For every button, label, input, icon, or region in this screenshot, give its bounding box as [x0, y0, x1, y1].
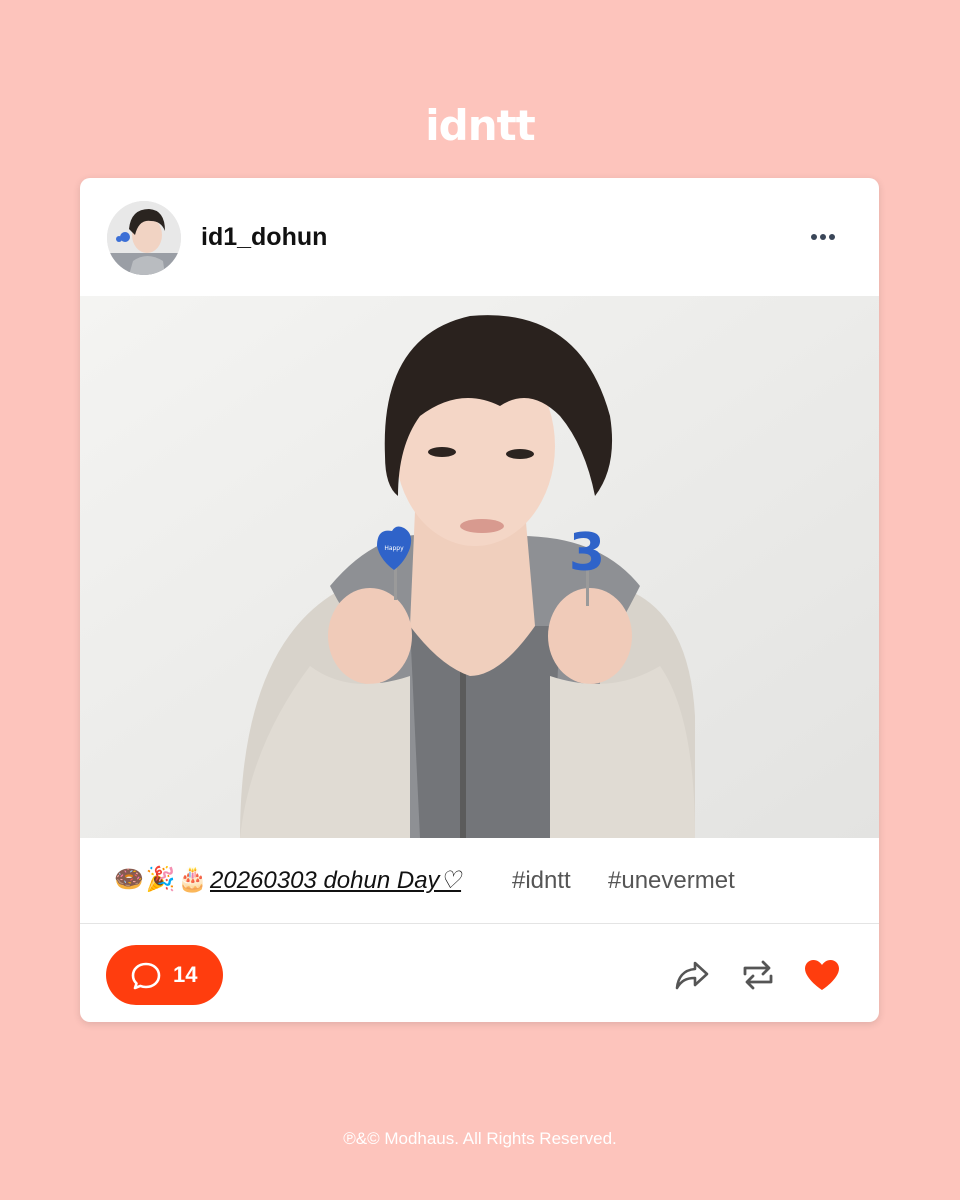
donut-emoji-icon: 🍩 [114, 866, 144, 893]
caption-link[interactable]: 20260303 dohun Day♡ [210, 866, 461, 896]
post-card: id1_dohun Happy 3 🍩 🎉 🎂 20260303 dohun D… [80, 178, 879, 1022]
comment-bubble-icon [131, 962, 161, 990]
page: idntt id1_dohun Happy 3 🍩 🎉 🎂 20260303 d… [0, 0, 960, 1200]
avatar-photo [107, 201, 181, 275]
post-photo-image: Happy 3 [80, 296, 879, 838]
caption-emojis: 🍩 🎉 🎂 [114, 864, 208, 896]
username[interactable]: id1_dohun [201, 222, 327, 252]
repost-button[interactable] [738, 955, 778, 995]
svg-text:Happy: Happy [384, 545, 404, 552]
comment-button[interactable]: 14 [106, 945, 223, 1005]
share-icon [675, 961, 709, 990]
more-options-button[interactable] [800, 222, 846, 252]
like-button[interactable] [802, 955, 842, 995]
caption-row: 🍩 🎉 🎂 20260303 dohun Day♡ #idntt #unever… [80, 838, 879, 924]
repost-icon [743, 960, 773, 990]
post-photo[interactable]: Happy 3 [80, 296, 879, 838]
hashtag-idntt[interactable]: #idntt [512, 866, 571, 896]
brand-logo: idntt [425, 101, 536, 150]
post-header: id1_dohun [80, 178, 879, 296]
heart-icon [805, 960, 839, 990]
actions-row: 14 [80, 924, 879, 1022]
hashtag-unevermet[interactable]: #unevermet [608, 866, 735, 896]
avatar[interactable] [107, 201, 181, 275]
svg-text:3: 3 [569, 523, 605, 583]
comment-count: 14 [173, 962, 198, 987]
birthday-cake-emoji-icon: 🎂 [177, 866, 208, 893]
share-button[interactable] [672, 955, 712, 995]
copyright-footer: ℗&© Modhaus. All Rights Reserved. [343, 1129, 617, 1148]
party-popper-emoji-icon: 🎉 [145, 866, 176, 893]
more-horizontal-icon [811, 234, 835, 240]
